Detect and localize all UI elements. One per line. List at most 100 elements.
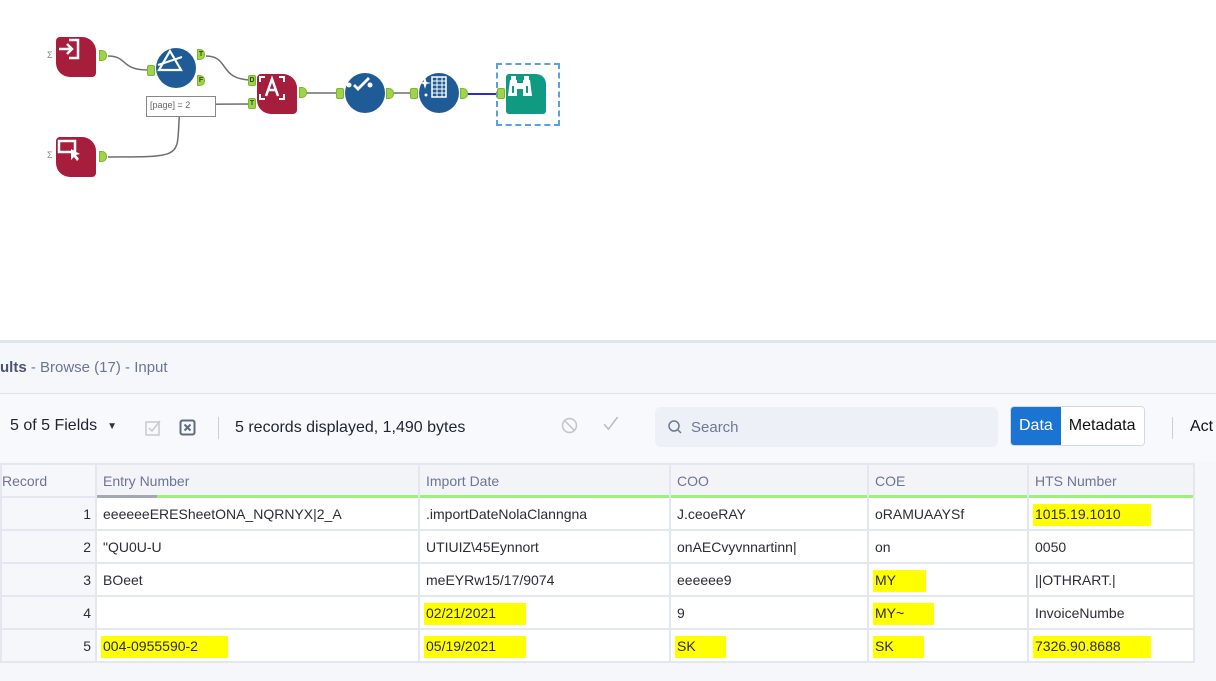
- column-header-entry-number[interactable]: Entry Number: [95, 463, 420, 498]
- cell-value: .importDateNolaClanngna: [426, 505, 588, 522]
- cell-hts-number[interactable]: 1015.19.1010: [1027, 496, 1195, 531]
- cell-hts-number[interactable]: 7326.90.8688: [1027, 628, 1195, 663]
- cell-coe[interactable]: SK: [867, 628, 1029, 663]
- cell-import-date[interactable]: .importDateNolaClanngna: [418, 496, 671, 531]
- record-number-cell: 5: [0, 628, 97, 663]
- table-row[interactable]: 5 004-0955590-2 05/19/2021 SK SK 7326.90.8688: [0, 628, 1195, 663]
- column-header-import-date[interactable]: Import Date: [418, 463, 671, 498]
- text-input-icon: [57, 139, 80, 161]
- cell-value: 7326.90.8688: [1033, 635, 1151, 658]
- cell-value: 02/21/2021: [424, 602, 527, 625]
- toolbar-separator: [1172, 417, 1173, 439]
- cell-value: MY: [873, 569, 926, 592]
- cancel-filter-icon[interactable]: [561, 417, 578, 434]
- results-panel: ults - Browse (17) - Input 5 of 5 Fields…: [0, 340, 1216, 681]
- grid-header-row: Record Entry Number Import Date COO COE …: [0, 463, 1195, 498]
- regex-data-anchor[interactable]: D: [248, 75, 256, 86]
- tab-data[interactable]: Data: [1011, 407, 1061, 445]
- column-header-hts-number[interactable]: HTS Number: [1027, 463, 1195, 498]
- cell-coo[interactable]: onAECvyvnnartinn|: [669, 529, 869, 564]
- cell-value: eeeeeeERESheetONA_NQRNYX|2_A: [103, 505, 342, 522]
- cell-import-date[interactable]: meEYRw15/17/9074: [418, 562, 671, 597]
- results-title: ults - Browse (17) - Input: [0, 359, 168, 376]
- cell-hts-number[interactable]: InvoiceNumbe: [1027, 595, 1195, 630]
- input-data-tool[interactable]: [56, 37, 96, 77]
- regex-text-anchor[interactable]: T: [248, 98, 256, 109]
- actions-button[interactable]: Act: [1190, 418, 1213, 436]
- input-data-icon: [59, 38, 80, 60]
- record-number-cell: 4: [0, 595, 97, 630]
- filter-tool[interactable]: [156, 48, 196, 88]
- apply-filter-icon[interactable]: [602, 415, 619, 432]
- connection-filter-regex: [205, 55, 253, 81]
- data-cleansing-tool[interactable]: [419, 73, 459, 113]
- tab-metadata[interactable]: Metadata: [1060, 407, 1144, 445]
- sigma-icon: Σ: [47, 150, 53, 160]
- browse-input-anchor[interactable]: [497, 88, 505, 99]
- cell-entry-number[interactable]: BOeet: [95, 562, 420, 597]
- fields-dropdown[interactable]: 5 of 5 Fields ▼: [10, 417, 117, 435]
- table-row[interactable]: 2 "QU0U-U UTIUIZ\45Eynnort onAECvyvnnartinn…: [0, 529, 1195, 564]
- table-row[interactable]: 3 BOeet meEYRw15/17/9074 eeeeee9 MY ||OTHRART…: [0, 562, 1195, 597]
- table-row[interactable]: 1 eeeeeeERESheetONA_NQRNYX|2_A .importDate…: [0, 496, 1195, 531]
- cell-coo[interactable]: eeeeee9: [669, 562, 869, 597]
- table-row[interactable]: 4 02/21/2021 9 MY~ InvoiceNumbe: [0, 595, 1195, 630]
- column-header-record[interactable]: Record: [0, 463, 97, 498]
- cell-entry-number[interactable]: "QU0U-U: [95, 529, 420, 564]
- cell-value: eeeeee9: [677, 571, 732, 588]
- cell-coe[interactable]: on: [867, 529, 1029, 564]
- cell-import-date[interactable]: UTIUIZ\45Eynnort: [418, 529, 671, 564]
- record-number-cell: 3: [0, 562, 97, 597]
- cell-hts-number[interactable]: ||OTHRART.|: [1027, 562, 1195, 597]
- select-tool[interactable]: [345, 73, 385, 113]
- cell-import-date[interactable]: 02/21/2021: [418, 595, 671, 630]
- text-input-tool[interactable]: [56, 137, 96, 177]
- filter-input-anchor[interactable]: [147, 65, 155, 76]
- workflow-canvas[interactable]: Σ T F [page] = 2 Σ D T: [0, 0, 1216, 340]
- cell-coo[interactable]: 9: [669, 595, 869, 630]
- data-cleansing-icon: [419, 76, 447, 98]
- cell-value: 05/19/2021: [424, 635, 527, 658]
- cell-value: UTIUIZ\45Eynnort: [426, 538, 539, 555]
- browse-icon: [508, 76, 532, 96]
- filter-expression-label: [page] = 2: [146, 96, 216, 117]
- cell-coo[interactable]: SK: [669, 628, 869, 663]
- cell-value: J.ceoeRAY: [677, 505, 746, 522]
- select-input-anchor[interactable]: [336, 88, 344, 99]
- cell-entry-number[interactable]: eeeeeeERESheetONA_NQRNYX|2_A: [95, 496, 420, 531]
- select-all-checkbox-icon[interactable]: [145, 419, 162, 436]
- cell-value: MY~: [873, 602, 935, 625]
- column-header-coe[interactable]: COE: [867, 463, 1029, 498]
- cell-hts-number[interactable]: 0050: [1027, 529, 1195, 564]
- cell-coe[interactable]: oRAMUAAYSf: [867, 496, 1029, 531]
- deselect-all-checkbox-icon[interactable]: [179, 419, 196, 436]
- cell-coe[interactable]: MY~: [867, 595, 1029, 630]
- cell-entry-number[interactable]: 004-0955590-2: [95, 628, 420, 663]
- divider: [0, 393, 1216, 394]
- filter-icon: [157, 48, 183, 72]
- browse-tool[interactable]: [506, 74, 546, 114]
- cell-import-date[interactable]: 05/19/2021: [418, 628, 671, 663]
- regex-icon: [259, 75, 285, 100]
- regex-tool[interactable]: [257, 74, 297, 114]
- filter-true-anchor[interactable]: T: [197, 49, 205, 60]
- results-title-source: - Browse (17) - Input: [26, 359, 168, 376]
- search-box[interactable]: [655, 407, 998, 447]
- cell-value: 9: [677, 604, 685, 621]
- results-title-bold: ults: [0, 359, 27, 376]
- cell-entry-number[interactable]: [95, 595, 420, 630]
- cell-value: oRAMUAAYSf: [875, 505, 965, 522]
- cell-value: ||OTHRART.|: [1035, 571, 1116, 588]
- cell-value: on: [875, 538, 891, 555]
- search-input[interactable]: [691, 418, 971, 436]
- cleansing-input-anchor[interactable]: [410, 88, 418, 99]
- cell-value: 004-0955590-2: [101, 635, 228, 658]
- cell-coe[interactable]: MY: [867, 562, 1029, 597]
- filter-false-anchor[interactable]: F: [197, 75, 205, 86]
- select-icon: [346, 77, 373, 91]
- cell-coo[interactable]: J.ceoeRAY: [669, 496, 869, 531]
- cell-value: SK: [873, 635, 924, 658]
- column-header-coo[interactable]: COO: [669, 463, 869, 498]
- connection-input-filter: [107, 55, 149, 71]
- cell-value: InvoiceNumbe: [1035, 604, 1125, 621]
